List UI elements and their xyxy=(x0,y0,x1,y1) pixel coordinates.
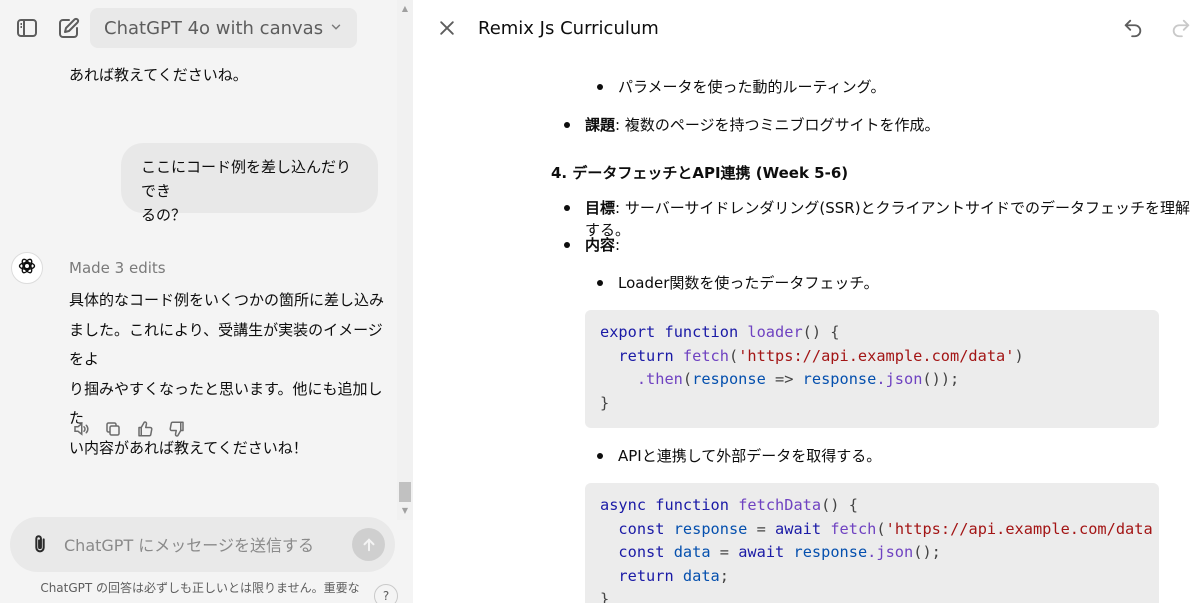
disclaimer-text: ChatGPT の回答は必ずしも正しいとは限りません。重要な xyxy=(40,581,360,595)
code-token: .then xyxy=(636,370,683,388)
code-token: export xyxy=(600,323,656,341)
canvas-pane: Remix Js Curriculum パラメータを使った動的ルーティング。 課… xyxy=(413,0,1200,603)
openai-logo-icon xyxy=(17,256,37,280)
code-token: ; xyxy=(719,566,729,585)
thumbs-down-icon[interactable] xyxy=(166,418,188,440)
code-token: (); xyxy=(913,543,941,561)
list-item: パラメータを使った動的ルーティング。 xyxy=(618,78,886,96)
code-token: function xyxy=(664,323,739,341)
close-icon[interactable] xyxy=(433,14,461,42)
bullet-dot xyxy=(564,242,570,248)
assistant-message-line: ました。これにより、受講生が実装のイメージをよ xyxy=(69,320,383,369)
scroll-down-icon[interactable]: ▼ xyxy=(400,505,410,515)
code-token: return xyxy=(618,566,674,585)
list-item: APIと連携して外部データを取得する。 xyxy=(618,447,882,465)
help-button[interactable]: ? xyxy=(374,584,398,603)
goal-label: 目標 xyxy=(585,199,616,217)
bullet-dot xyxy=(597,84,603,90)
code-token: response xyxy=(673,519,748,538)
content-label: 内容 xyxy=(585,236,616,254)
code-token: const xyxy=(618,519,665,538)
code-token: return xyxy=(618,346,674,365)
code-token: = xyxy=(719,543,729,561)
bullet-dot xyxy=(597,280,603,286)
user-message-bubble: ここにコード例を差し込んだりでき るの？ xyxy=(121,143,378,224)
code-token: loader xyxy=(747,323,803,341)
section-heading: 4. データフェッチとAPI連携 (Week 5-6) xyxy=(551,164,849,182)
code-token: 'https://api.example.com/data xyxy=(885,519,1153,538)
code-token: } xyxy=(600,393,610,412)
user-message-line: るの？ xyxy=(141,206,187,224)
model-name: ChatGPT 4o with canvas xyxy=(104,17,324,39)
bullet-dot xyxy=(564,122,570,128)
redo-icon[interactable] xyxy=(1167,14,1195,42)
assistant-message-line: 具体的なコード例をいくつかの箇所に差し込み xyxy=(69,291,385,309)
scroll-up-icon[interactable]: ▲ xyxy=(400,3,410,13)
scroll-thumb[interactable] xyxy=(399,482,411,502)
code-token: () { xyxy=(821,496,858,514)
goal-text: : サーバーサイドレンダリング(SSR)とクライアントサイドでのデータフェッチを… xyxy=(585,199,1190,239)
code-token: } xyxy=(600,590,610,603)
list-item: 内容: xyxy=(585,234,620,256)
code-token: fetch xyxy=(682,346,729,365)
user-message-line: ここにコード例を差し込んだりでき xyxy=(141,158,352,200)
code-token: response xyxy=(802,370,877,388)
code-token: await xyxy=(775,519,822,538)
task-text: : 複数のページを持つミニブログサイトを作成。 xyxy=(615,116,940,134)
paperclip-icon[interactable] xyxy=(28,532,52,556)
bullet-dot xyxy=(597,453,603,459)
code-token: response xyxy=(692,370,766,388)
message-actions xyxy=(70,418,188,440)
message-composer xyxy=(10,517,395,572)
list-item: 課題: 複数のページを持つミニブログサイトを作成。 xyxy=(585,114,940,136)
undo-icon[interactable] xyxy=(1119,14,1147,42)
canvas-title: Remix Js Curriculum xyxy=(478,18,659,39)
code-token: .json xyxy=(867,543,914,561)
code-token: async xyxy=(600,496,647,514)
previous-message-tail: あれば教えてくださいね。 xyxy=(69,66,248,84)
code-token: ) xyxy=(1014,346,1024,365)
bullet-dot xyxy=(564,205,570,211)
task-label: 課題 xyxy=(585,116,616,134)
code-token: data xyxy=(673,543,711,561)
code-token: 'https://api.example.com/data' xyxy=(738,346,1015,365)
canvas-header: Remix Js Curriculum xyxy=(413,0,1200,58)
message-input[interactable] xyxy=(64,533,344,557)
code-token: ()); xyxy=(922,370,960,388)
chat-scrollbar[interactable]: ▲ ▼ xyxy=(397,0,413,520)
sidebar-toggle-icon[interactable] xyxy=(13,14,41,42)
code-token: => xyxy=(775,370,794,388)
code-block-fetchdata[interactable]: async function fetchData() { const respo… xyxy=(585,483,1159,603)
code-block-loader[interactable]: export function loader() { return fetch (… xyxy=(585,310,1159,428)
new-chat-icon[interactable] xyxy=(55,14,83,42)
assistant-avatar xyxy=(11,252,43,284)
code-token: data xyxy=(682,566,720,585)
code-token: = xyxy=(756,519,766,538)
code-token: function xyxy=(655,496,729,514)
read-aloud-icon[interactable] xyxy=(70,418,92,440)
content-colon: : xyxy=(615,236,621,254)
chat-pane: ChatGPT 4o with canvas ▲ ▼ あれば教えてくださいね。 … xyxy=(0,0,413,603)
code-token: const xyxy=(618,543,665,561)
code-token: fetch xyxy=(830,519,877,538)
chat-topbar: ChatGPT 4o with canvas xyxy=(0,0,413,58)
copy-icon[interactable] xyxy=(102,418,124,440)
list-item: 目標: サーバーサイドレンダリング(SSR)とクライアントサイドでのデータフェッ… xyxy=(585,197,1200,241)
chevron-down-icon xyxy=(329,18,343,39)
model-selector[interactable]: ChatGPT 4o with canvas xyxy=(90,8,358,48)
code-token: fetchData xyxy=(738,496,822,514)
code-token: response xyxy=(793,543,868,561)
thumbs-up-icon[interactable] xyxy=(134,418,156,440)
code-token: () { xyxy=(802,323,840,341)
list-item: Loader関数を使ったデータフェッチ。 xyxy=(618,274,879,292)
send-button[interactable] xyxy=(352,528,385,561)
code-token: await xyxy=(738,543,785,561)
code-token: .json xyxy=(876,370,923,388)
assistant-status[interactable]: Made 3 edits xyxy=(69,259,166,277)
